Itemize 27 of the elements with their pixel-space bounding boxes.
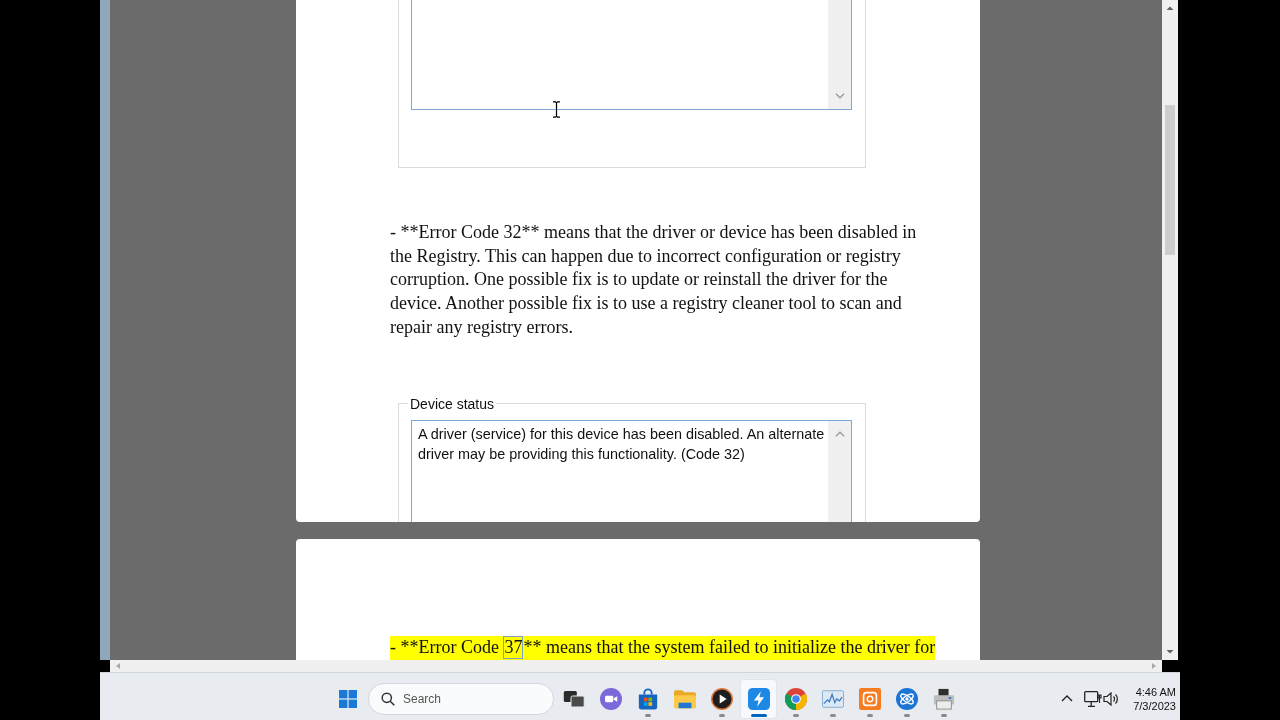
video-chat-icon xyxy=(599,687,622,710)
text-area-scrollbar[interactable] xyxy=(828,420,851,522)
search-field[interactable]: Search xyxy=(368,682,554,715)
search-icon xyxy=(381,691,395,706)
caret-up-icon xyxy=(1061,695,1074,702)
chart-icon xyxy=(821,687,844,710)
paragraph-text: - **Error Code 32** means that the driver or device has been disabled in the Registry. This can happen due to incorrect configuration or registry corruption. One possible fix is to update or reinstall the driver for the device. Another possible fix is to use a registry cleaner tool to scan and repair any registry errors. xyxy=(390,221,918,339)
start-icon xyxy=(339,689,357,708)
square-frame-icon xyxy=(858,687,881,710)
text-area-scrollbar[interactable] xyxy=(828,0,851,109)
paragraph-text: - **Error Code 37** means that the system failed to initialize the driver for xyxy=(390,636,936,660)
lightning-icon xyxy=(747,687,770,710)
group-label: Device status xyxy=(409,395,496,412)
play-icon xyxy=(710,687,733,710)
atom-icon xyxy=(895,687,918,710)
network-icon xyxy=(1084,690,1103,707)
up-chevron-icon[interactable] xyxy=(834,430,845,437)
printer-icon xyxy=(932,687,955,710)
shopping-bag-icon xyxy=(636,687,659,710)
down-chevron-icon[interactable] xyxy=(834,93,845,99)
text-cursor-icon xyxy=(552,101,561,118)
clock[interactable]: 4:46 AM 7/3/2023 xyxy=(1133,684,1176,713)
scrollbar-thumb[interactable] xyxy=(1165,105,1175,255)
text-area[interactable]: A driver (service) for this device has been disabled. An alternate driver may be providing this functionality. (Code 32) xyxy=(411,419,852,522)
tricolor-circle-icon xyxy=(784,687,807,710)
folder-icon xyxy=(673,687,696,710)
speaker-icon xyxy=(1103,691,1120,706)
